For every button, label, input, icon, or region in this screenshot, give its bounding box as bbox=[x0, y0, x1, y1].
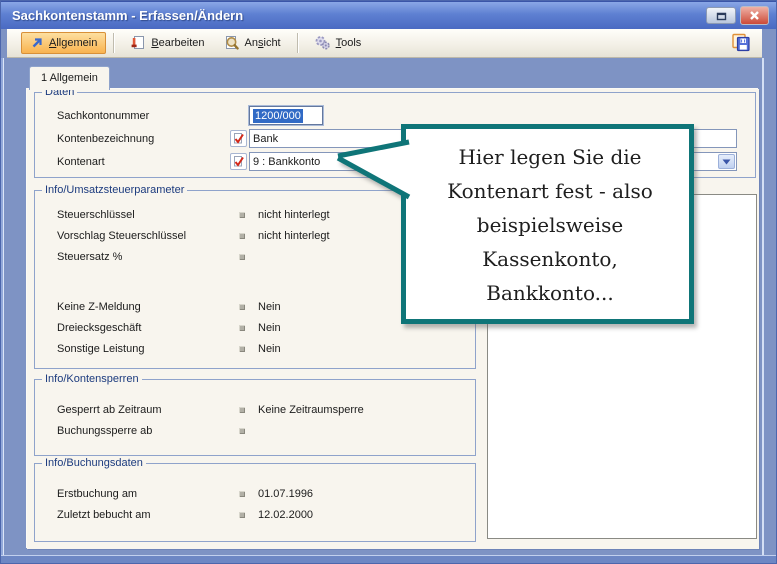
bullet-icon bbox=[239, 304, 245, 310]
group-kontensperren-title: Info/Kontensperren bbox=[42, 373, 142, 386]
tab-label: 1 Allgemein bbox=[41, 72, 98, 84]
bullet-icon bbox=[239, 346, 245, 352]
sachkontonummer-input[interactable]: 1200/000 bbox=[249, 106, 323, 125]
red-check-document-icon bbox=[232, 132, 245, 145]
kontenart-dropdown-button[interactable] bbox=[718, 154, 735, 169]
toolbar-button-bearbeiten[interactable]: Bearbeiten bbox=[121, 32, 213, 54]
close-icon bbox=[749, 10, 760, 21]
floppy-disk-icon bbox=[731, 33, 751, 53]
tab-allgemein[interactable]: 1 Allgemein bbox=[29, 66, 110, 90]
frame-bottom-edge bbox=[1, 555, 776, 563]
info-row: Gesperrt ab Zeitraum Keine Zeitraumsperr… bbox=[35, 399, 475, 420]
toolbar-button-tools[interactable]: Tools bbox=[305, 32, 371, 54]
info-row: Sonstige Leistung Nein bbox=[35, 338, 475, 359]
restore-icon bbox=[716, 11, 727, 21]
bullet-icon bbox=[239, 233, 245, 239]
bullet-icon bbox=[239, 325, 245, 331]
toolbar-separator bbox=[297, 33, 298, 53]
toolbar-label-bearbeiten: Bearbeiten bbox=[151, 37, 204, 49]
callout-line: Bankkonto... bbox=[406, 276, 694, 310]
callout-line: beispielsweise bbox=[406, 208, 694, 242]
toolbar-separator bbox=[113, 33, 114, 53]
bullet-icon bbox=[239, 254, 245, 260]
callout-line: Kassenkonto, bbox=[406, 242, 694, 276]
callout-text: Hier legen Sie die Kontenart fest - also… bbox=[406, 140, 694, 310]
info-row: Zuletzt bebucht am 12.02.2000 bbox=[35, 504, 475, 525]
bullet-icon bbox=[239, 212, 245, 218]
red-check-document-icon bbox=[232, 155, 245, 168]
toolbar: Allgemein Bearbeiten Ansicht bbox=[7, 29, 762, 58]
kontenart-label: Kontenart bbox=[57, 156, 230, 168]
close-button[interactable] bbox=[740, 6, 769, 25]
toolbar-label-ansicht: Ansicht bbox=[245, 37, 281, 49]
kontenart-check-button[interactable] bbox=[230, 153, 247, 170]
kontenbezeichnung-label: Kontenbezeichnung bbox=[57, 133, 230, 145]
group-umsatzsteuerparameter-title: Info/Umsatzsteuerparameter bbox=[42, 184, 187, 197]
callout-line: Kontenart fest - also bbox=[406, 174, 694, 208]
callout-line: Hier legen Sie die bbox=[406, 140, 694, 174]
toolbar-label-tools: Tools bbox=[336, 37, 362, 49]
frame-left-edge bbox=[1, 58, 4, 563]
group-buchungsdaten: Info/Buchungsdaten Erstbuchung am 01.07.… bbox=[34, 463, 476, 542]
kontenbezeichnung-value: Bank bbox=[253, 133, 278, 145]
bullet-icon bbox=[239, 491, 245, 497]
gears-icon bbox=[314, 35, 331, 51]
bullet-icon bbox=[239, 512, 245, 518]
magnifier-icon bbox=[223, 35, 240, 51]
frame-right-edge bbox=[762, 58, 776, 563]
toolbar-button-allgemein[interactable]: Allgemein bbox=[21, 32, 106, 54]
group-buchungsdaten-title: Info/Buchungsdaten bbox=[42, 457, 146, 470]
chevron-down-icon bbox=[722, 159, 731, 165]
edit-document-icon bbox=[130, 35, 146, 51]
restore-button[interactable] bbox=[706, 7, 736, 24]
titlebar[interactable]: Sachkontenstamm - Erfassen/Ändern bbox=[1, 1, 776, 29]
kontenbezeichnung-check-button[interactable] bbox=[230, 130, 247, 147]
sachkontonummer-value: 1200/000 bbox=[253, 109, 303, 123]
window-controls bbox=[706, 6, 769, 25]
bullet-icon bbox=[239, 407, 245, 413]
toolbar-label-allgemein: Allgemein bbox=[49, 37, 97, 49]
toolbar-button-ansicht[interactable]: Ansicht bbox=[214, 32, 290, 54]
info-row: Erstbuchung am 01.07.1996 bbox=[35, 483, 475, 504]
sachkontonummer-label: Sachkontonummer bbox=[57, 110, 230, 122]
window-title: Sachkontenstamm - Erfassen/Ändern bbox=[1, 8, 243, 23]
arrow-up-right-icon bbox=[30, 36, 44, 50]
save-button[interactable] bbox=[728, 31, 754, 55]
bullet-icon bbox=[239, 428, 245, 434]
group-kontensperren: Info/Kontensperren Gesperrt ab Zeitraum … bbox=[34, 379, 476, 456]
app-window: Sachkontenstamm - Erfassen/Ändern bbox=[0, 0, 777, 564]
info-row: Buchungssperre ab bbox=[35, 420, 475, 441]
kontenart-value: 9 : Bankkonto bbox=[253, 156, 320, 168]
